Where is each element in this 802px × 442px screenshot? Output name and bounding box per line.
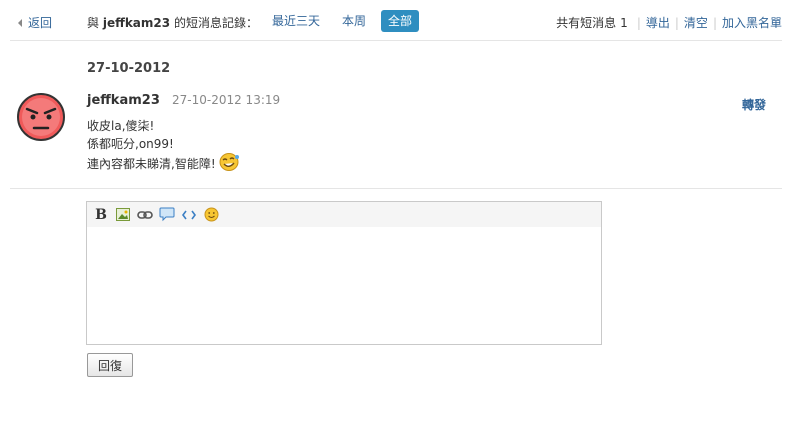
header-bar: 返回 與 jeffkam23 的短消息記錄： 最近三天 本周 全部 共有短消息 1… — [10, 8, 782, 36]
message-line: 係都呃分,on99! — [87, 137, 174, 151]
clear-link[interactable]: 清空 — [684, 14, 708, 31]
back-arrow-icon — [18, 18, 22, 27]
title-username: jeffkam23 — [102, 16, 171, 30]
separator: | — [674, 15, 679, 30]
link-icon[interactable] — [137, 207, 153, 223]
laughing-emoticon-icon — [218, 152, 240, 177]
conversation-title: 與 jeffkam23 的短消息記錄： — [87, 14, 258, 31]
message-divider — [10, 188, 782, 189]
reply-textarea[interactable] — [87, 227, 601, 344]
back-label: 返回 — [28, 16, 53, 30]
separator: | — [712, 15, 717, 30]
forward-link[interactable]: 轉發 — [742, 96, 766, 113]
header-divider — [10, 40, 782, 41]
bold-icon[interactable]: B — [93, 207, 109, 223]
back-link[interactable]: 返回 — [18, 14, 52, 31]
message-line: 連內容都未睇清,智能障! — [87, 157, 216, 171]
message-sender[interactable]: jeffkam23 — [87, 93, 160, 108]
message-count-label: 共有短消息 — [556, 16, 617, 30]
editor-toolbar: B — [87, 202, 601, 227]
message-line: 收皮la,傻柒! — [87, 119, 155, 133]
filter-recent-three-days[interactable]: 最近三天 — [265, 10, 327, 32]
filter-all[interactable]: 全部 — [381, 10, 420, 32]
message-actions: 共有短消息 1 | 導出 | 清空 | 加入黑名單 — [556, 14, 782, 31]
title-suffix: 的短消息記錄： — [173, 16, 258, 30]
message-body: 收皮la,傻柒! 係都呃分,on99! 連內容都未睇清,智能障! — [87, 117, 240, 173]
avatar[interactable] — [15, 92, 67, 142]
reply-button[interactable]: 回復 — [87, 353, 133, 377]
quote-icon[interactable] — [159, 207, 175, 223]
message-count-value: 1 — [620, 16, 628, 30]
export-link[interactable]: 導出 — [646, 14, 670, 31]
reply-editor: B — [86, 201, 602, 345]
date-heading: 27-10-2012 — [87, 61, 171, 76]
image-icon[interactable] — [115, 207, 131, 223]
smiley-icon[interactable] — [203, 207, 219, 223]
message-count: 共有短消息 1 — [556, 14, 628, 31]
title-prefix: 與 — [87, 16, 100, 30]
message-timestamp: 27-10-2012 13:19 — [172, 93, 281, 107]
separator: | — [636, 15, 641, 30]
angry-face-avatar-icon — [17, 93, 65, 141]
filter-this-week[interactable]: 本周 — [335, 10, 373, 32]
add-to-blacklist-link[interactable]: 加入黑名單 — [722, 14, 782, 31]
message-line-with-emoji: 連內容都未睇清,智能障! — [87, 152, 240, 173]
time-filter-group: 最近三天 本周 全部 — [265, 10, 427, 32]
code-icon[interactable] — [181, 207, 197, 223]
